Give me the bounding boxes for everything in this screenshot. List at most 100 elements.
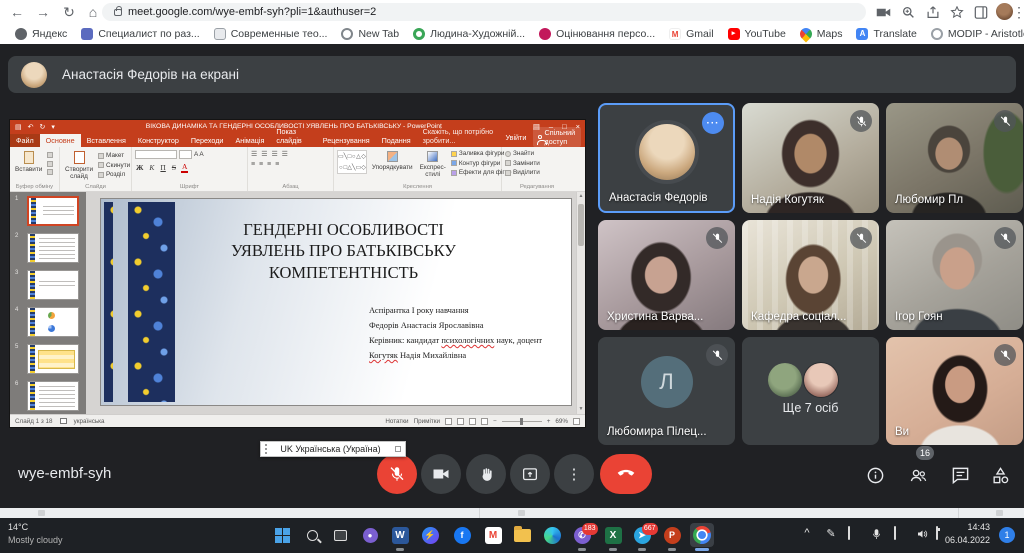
taskbar-search-icon[interactable] [300, 523, 324, 547]
facebook-icon[interactable]: f [450, 523, 474, 547]
slide-thumbnail-5[interactable] [27, 344, 79, 374]
tab-view[interactable]: Подання [376, 134, 417, 148]
file-explorer-icon[interactable] [510, 523, 534, 547]
bookmark-item[interactable]: New Tab [334, 26, 406, 42]
slide-thumbnail-3[interactable] [27, 270, 79, 300]
bookmark-item[interactable]: Современные тео... [207, 26, 335, 42]
side-panel-icon[interactable] [974, 2, 988, 22]
participant-tile[interactable]: Надія Когутяк [742, 103, 879, 213]
copy-icon[interactable] [47, 161, 53, 167]
more-participants-tile[interactable]: Ще 7 осіб [742, 337, 879, 445]
slide-thumbnail-4[interactable] [27, 307, 79, 337]
tab-slideshow[interactable]: Показ слайдів [270, 125, 316, 148]
teams-chat-icon[interactable]: ● [358, 523, 382, 547]
taskbar-clock[interactable]: 14:43 06.04.2022 [945, 521, 990, 547]
paste-button[interactable]: Вставити [13, 150, 44, 174]
format-painter-icon[interactable] [47, 169, 53, 175]
bookmark-item[interactable]: Людина-Художній... [406, 26, 532, 42]
mic-toggle-button[interactable] [377, 454, 417, 494]
chrome-icon[interactable] [690, 523, 714, 547]
url-text[interactable]: meet.google.com/wye-embf-syh?pli=1&authu… [128, 6, 376, 18]
powerpoint-icon[interactable]: P [660, 523, 684, 547]
slide-thumbnail-6[interactable] [27, 381, 79, 411]
slide-thumbnail-2[interactable] [27, 233, 79, 263]
bookmark-item[interactable]: ▸YouTube [721, 26, 793, 42]
underline-button[interactable]: П [159, 163, 166, 172]
messenger-icon[interactable]: ⚡ [418, 523, 442, 547]
language-indicator[interactable]: українська [74, 418, 105, 425]
fit-to-window-icon[interactable] [573, 418, 580, 425]
reset-button[interactable]: Скинути [98, 162, 130, 169]
viber-icon[interactable]: ✆183 [570, 523, 594, 547]
replace-button[interactable]: Замінити [505, 160, 540, 167]
spellcheck-icon[interactable] [60, 418, 67, 424]
font-size-box[interactable] [179, 150, 192, 159]
zoom-page-icon[interactable] [902, 2, 915, 22]
pen-icon[interactable]: ✎ [824, 527, 838, 540]
more-options-button[interactable]: ⋮ [554, 454, 594, 494]
font-color-button[interactable]: A [181, 162, 188, 173]
activities-icon[interactable] [987, 462, 1013, 488]
find-button[interactable]: Знайти [505, 150, 540, 157]
touch-keyboard-icon[interactable] [848, 527, 850, 539]
browser-menu-icon[interactable]: ⋮ [1008, 1, 1024, 23]
section-button[interactable]: Розділ [98, 171, 130, 178]
participant-tile[interactable]: Кафедра соціал... [742, 220, 879, 330]
tab-design[interactable]: Конструктор [132, 134, 185, 148]
bookmark-item[interactable]: Яндекс [8, 26, 74, 42]
start-button[interactable] [270, 523, 294, 547]
notification-center-badge[interactable]: 1 [999, 527, 1015, 543]
edge-icon[interactable] [540, 523, 564, 547]
comments-button[interactable]: Примітки [414, 418, 440, 425]
zoom-in-icon[interactable]: + [547, 418, 551, 425]
normal-view-icon[interactable] [445, 418, 452, 425]
forward-icon[interactable]: → [32, 1, 54, 23]
task-view-icon[interactable] [328, 523, 352, 547]
layout-button[interactable]: Макет [98, 152, 130, 159]
bookmark-star-icon[interactable] [950, 2, 964, 22]
bookmark-item[interactable]: MGmail [662, 26, 720, 42]
address-bar[interactable]: meet.google.com/wye-embf-syh?pli=1&authu… [102, 3, 866, 21]
italic-button[interactable]: К [148, 163, 155, 172]
ppt-signin-link[interactable]: Увійти [505, 133, 526, 142]
language-bar-options-icon[interactable] [395, 446, 401, 452]
arrange-button[interactable]: Упорядкувати [370, 150, 415, 172]
tab-animations[interactable]: Анімація [229, 134, 270, 148]
bookmark-item[interactable]: Maps [793, 26, 850, 42]
slide-scrollbar[interactable]: ▲ ▼ [576, 192, 585, 414]
end-call-button[interactable] [600, 454, 652, 494]
redo-icon[interactable]: ↻ [40, 123, 46, 131]
bold-button[interactable]: Ж [135, 163, 144, 172]
slide-sorter-icon[interactable] [457, 418, 464, 425]
ppt-share-button[interactable]: Спільний доступ [533, 127, 581, 147]
participant-tile[interactable]: ··· Анастасія Федорів [598, 103, 735, 213]
home-icon[interactable]: ⌂ [82, 1, 104, 23]
participants-icon[interactable] [905, 462, 931, 488]
select-button[interactable]: Виділити [505, 169, 540, 176]
new-slide-button[interactable]: Створити слайд [63, 150, 95, 181]
undo-icon[interactable]: ↶ [28, 123, 34, 131]
tab-insert[interactable]: Вставлення [81, 134, 132, 148]
self-view-tile[interactable]: Ви [886, 337, 1023, 445]
back-icon[interactable]: ← [6, 1, 28, 23]
slideshow-view-icon[interactable] [481, 418, 488, 425]
reading-view-icon[interactable] [469, 418, 476, 425]
weather-widget[interactable]: 14°C Mostly cloudy [8, 521, 63, 547]
tab-review[interactable]: Рецензування [317, 134, 376, 148]
language-bar-text[interactable]: UK Українська (Україна) [272, 444, 389, 454]
bookmark-item[interactable]: Специалист по раз... [74, 26, 206, 42]
zoom-out-icon[interactable]: − [493, 418, 497, 425]
cut-icon[interactable] [47, 152, 53, 158]
chat-icon[interactable] [947, 462, 973, 488]
raise-hand-button[interactable] [466, 454, 506, 494]
windows-language-bar[interactable]: UK Українська (Україна) [260, 441, 406, 457]
zoom-level[interactable]: 69% [555, 418, 568, 425]
volume-icon[interactable] [916, 528, 928, 543]
participant-tile[interactable]: Любомир Пл [886, 103, 1023, 213]
bookmark-item[interactable]: Оцінювання персо... [532, 26, 662, 42]
tray-mic-icon[interactable] [872, 528, 881, 544]
tab-transitions[interactable]: Переходи [185, 134, 230, 148]
participant-tile[interactable]: Л Любомира Пілец... [598, 337, 735, 445]
tab-file[interactable]: Файл [10, 134, 40, 148]
bookmark-item[interactable]: MODIP - Aristotle... [924, 26, 1024, 42]
